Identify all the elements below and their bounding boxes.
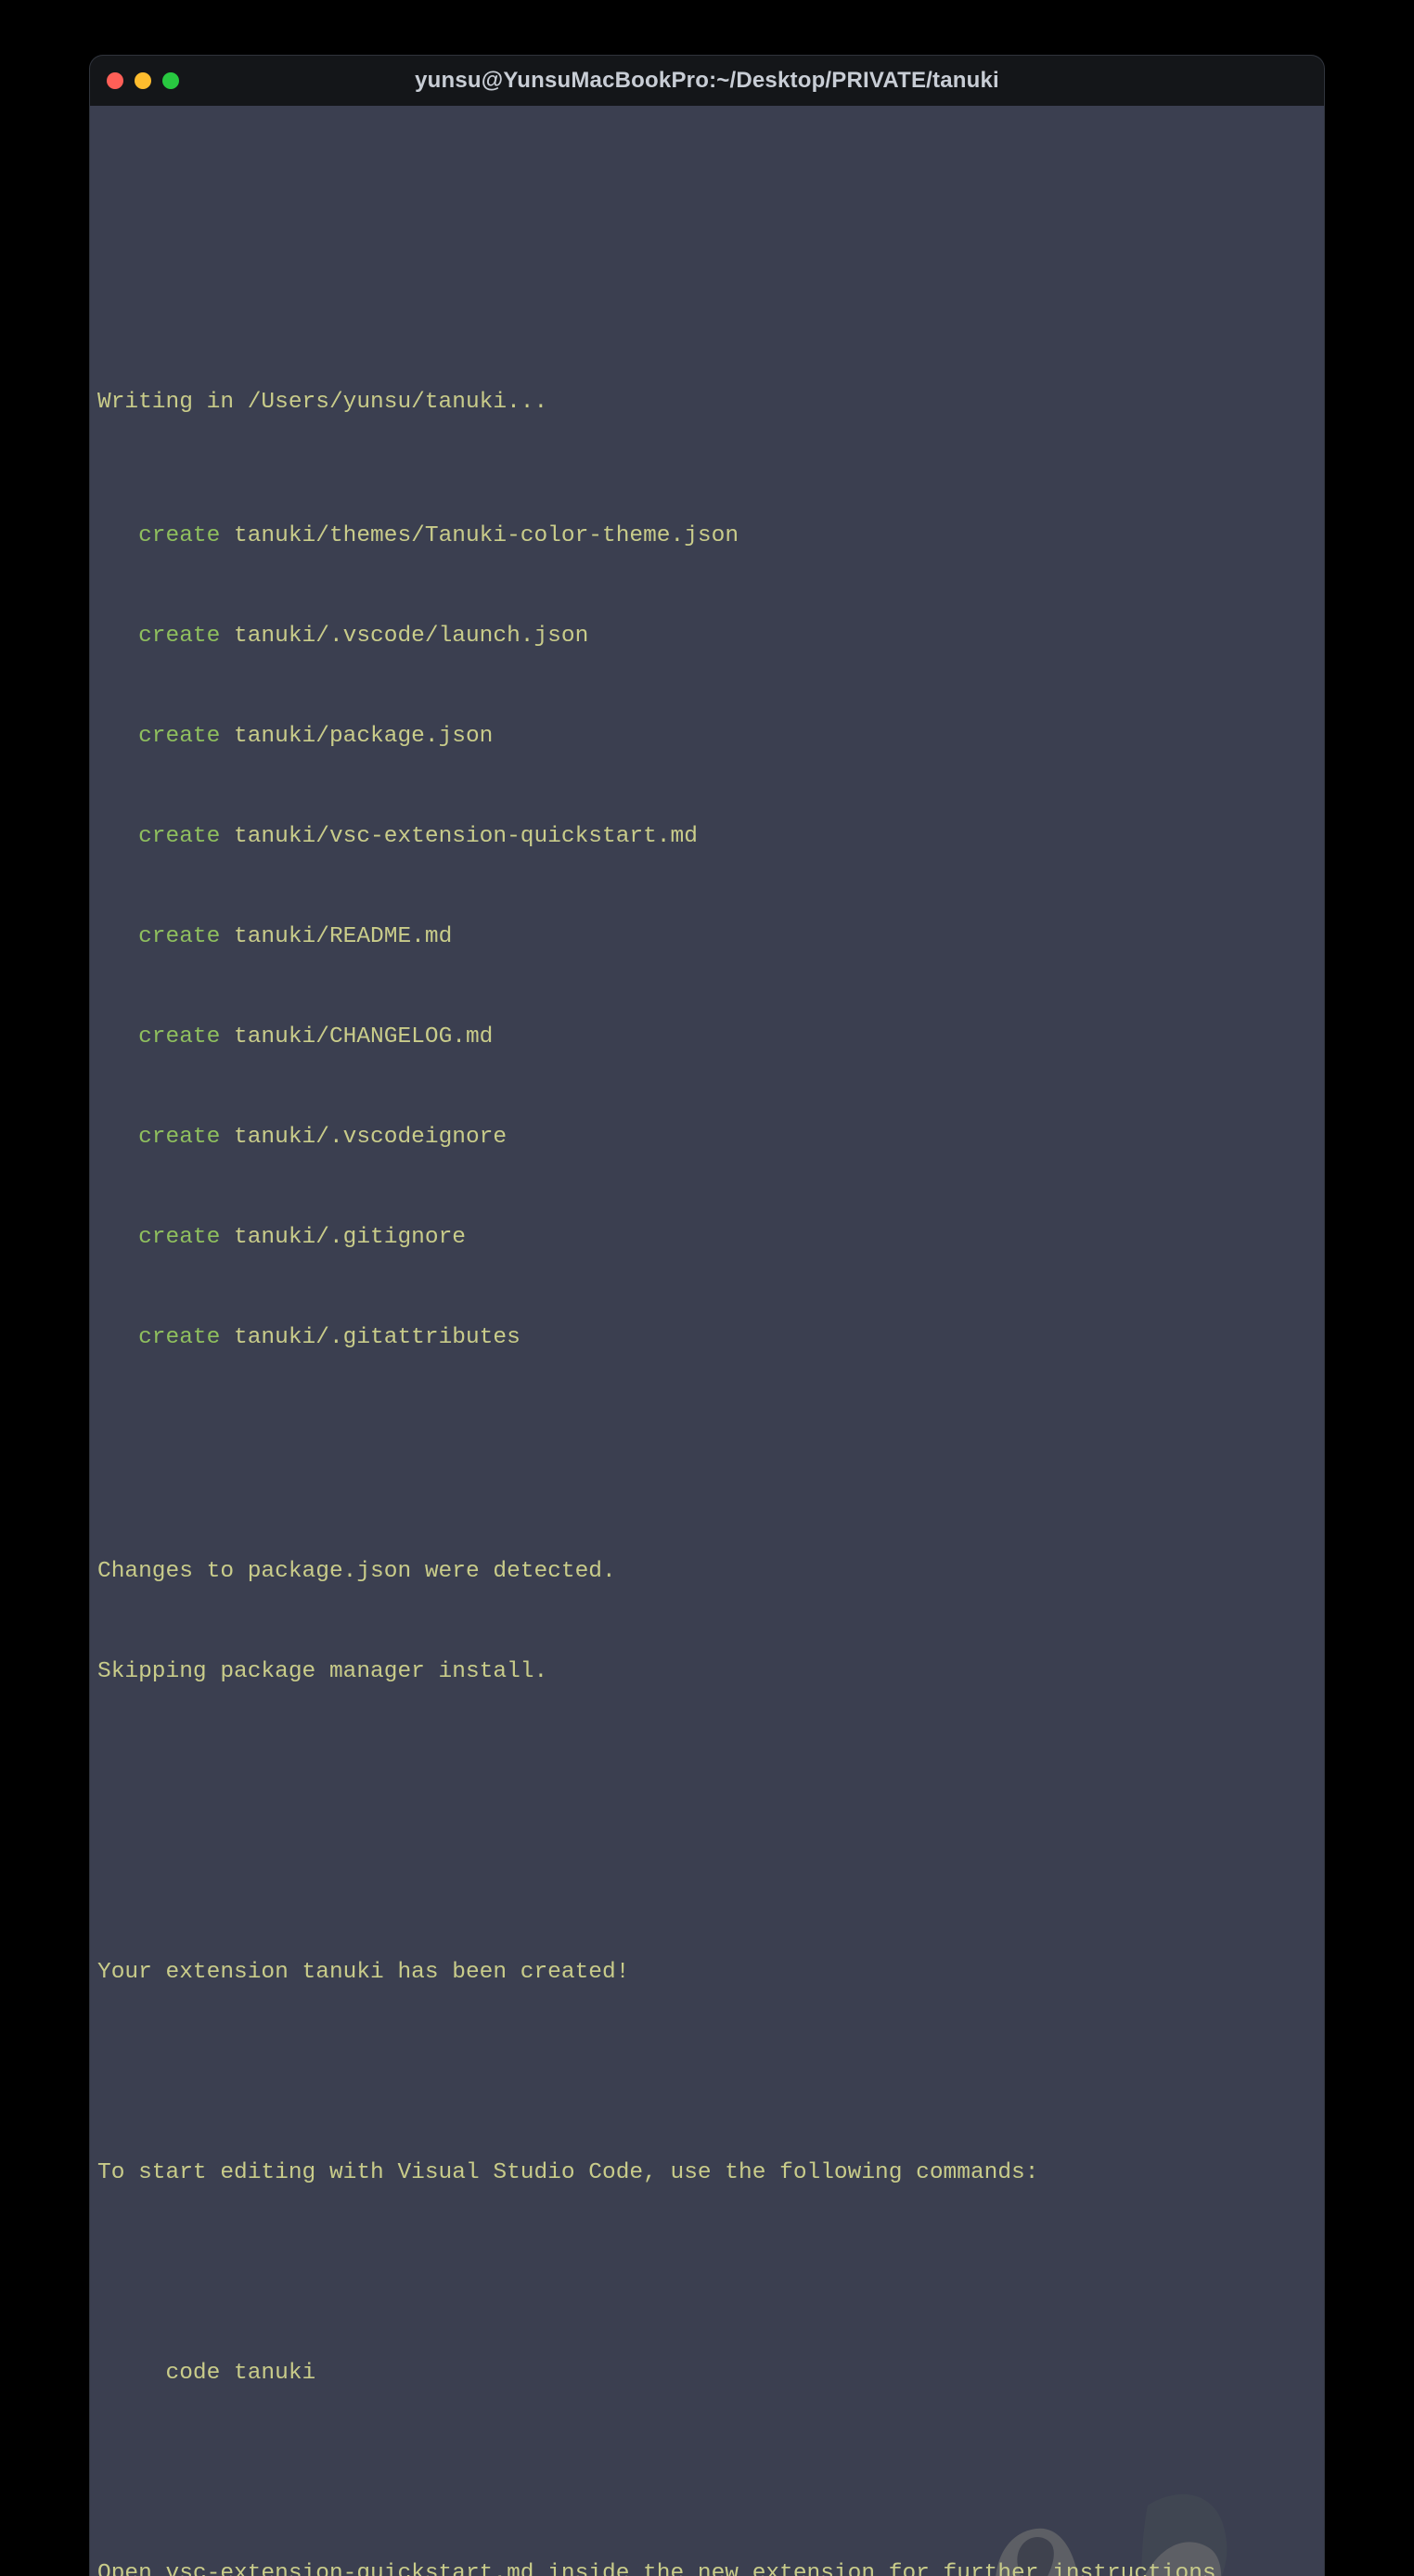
output-line: Writing in /Users/yunsu/tanuki... xyxy=(97,386,1317,419)
create-line: create tanuki/vsc-extension-quickstart.m… xyxy=(97,820,1317,854)
output-line: Changes to package.json were detected. xyxy=(97,1555,1317,1589)
create-line: create tanuki/CHANGELOG.md xyxy=(97,1021,1317,1054)
create-verb: create xyxy=(138,1024,220,1050)
terminal-output: Writing in /Users/yunsu/tanuki... create… xyxy=(97,319,1317,2576)
create-path: tanuki/.gitattributes xyxy=(234,1325,521,1350)
create-verb: create xyxy=(138,624,220,649)
minimize-icon[interactable] xyxy=(135,72,151,89)
create-path: tanuki/package.json xyxy=(234,724,493,749)
create-verb: create xyxy=(138,523,220,548)
titlebar: yunsu@YunsuMacBookPro:~/Desktop/PRIVATE/… xyxy=(90,56,1324,106)
close-icon[interactable] xyxy=(107,72,123,89)
blank-line xyxy=(97,1756,1317,1789)
create-line: create tanuki/themes/Tanuki-color-theme.… xyxy=(97,520,1317,553)
create-path: tanuki/.gitignore xyxy=(234,1225,466,1250)
create-line: create tanuki/.vscodeignore xyxy=(97,1121,1317,1154)
create-verb: create xyxy=(138,1125,220,1150)
create-path: tanuki/vsc-extension-quickstart.md xyxy=(234,824,698,849)
create-verb: create xyxy=(138,1325,220,1350)
traffic-lights xyxy=(107,72,179,89)
blank-line xyxy=(97,2056,1317,2090)
output-line: To start editing with Visual Studio Code… xyxy=(97,2157,1317,2190)
zoom-icon[interactable] xyxy=(162,72,179,89)
create-path: tanuki/README.md xyxy=(234,924,452,949)
create-path: tanuki/.vscodeignore xyxy=(234,1125,507,1150)
window-title: yunsu@YunsuMacBookPro:~/Desktop/PRIVATE/… xyxy=(90,68,1324,94)
create-verb: create xyxy=(138,724,220,749)
blank-line xyxy=(97,2457,1317,2491)
create-line: create tanuki/README.md xyxy=(97,921,1317,954)
create-verb: create xyxy=(138,1225,220,1250)
create-verb: create xyxy=(138,924,220,949)
create-line: create tanuki/package.json xyxy=(97,720,1317,753)
output-line: Open vsc-extension-quickstart.md inside … xyxy=(97,2557,1317,2576)
output-line: Skipping package manager install. xyxy=(97,1655,1317,1689)
terminal-body[interactable]: Writing in /Users/yunsu/tanuki... create… xyxy=(90,106,1324,2576)
create-line: create tanuki/.gitattributes xyxy=(97,1321,1317,1355)
create-line: create tanuki/.vscode/launch.json xyxy=(97,620,1317,653)
blank-line xyxy=(97,1455,1317,1488)
terminal-window: yunsu@YunsuMacBookPro:~/Desktop/PRIVATE/… xyxy=(90,56,1324,2576)
output-line: code tanuki xyxy=(97,2357,1317,2390)
create-path: tanuki/themes/Tanuki-color-theme.json xyxy=(234,523,739,548)
create-path: tanuki/.vscode/launch.json xyxy=(234,624,588,649)
create-line: create tanuki/.gitignore xyxy=(97,1221,1317,1255)
create-path: tanuki/CHANGELOG.md xyxy=(234,1024,493,1050)
blank-line xyxy=(97,2257,1317,2290)
blank-line xyxy=(97,1856,1317,1889)
output-line: Your extension tanuki has been created! xyxy=(97,1956,1317,1990)
create-verb: create xyxy=(138,824,220,849)
